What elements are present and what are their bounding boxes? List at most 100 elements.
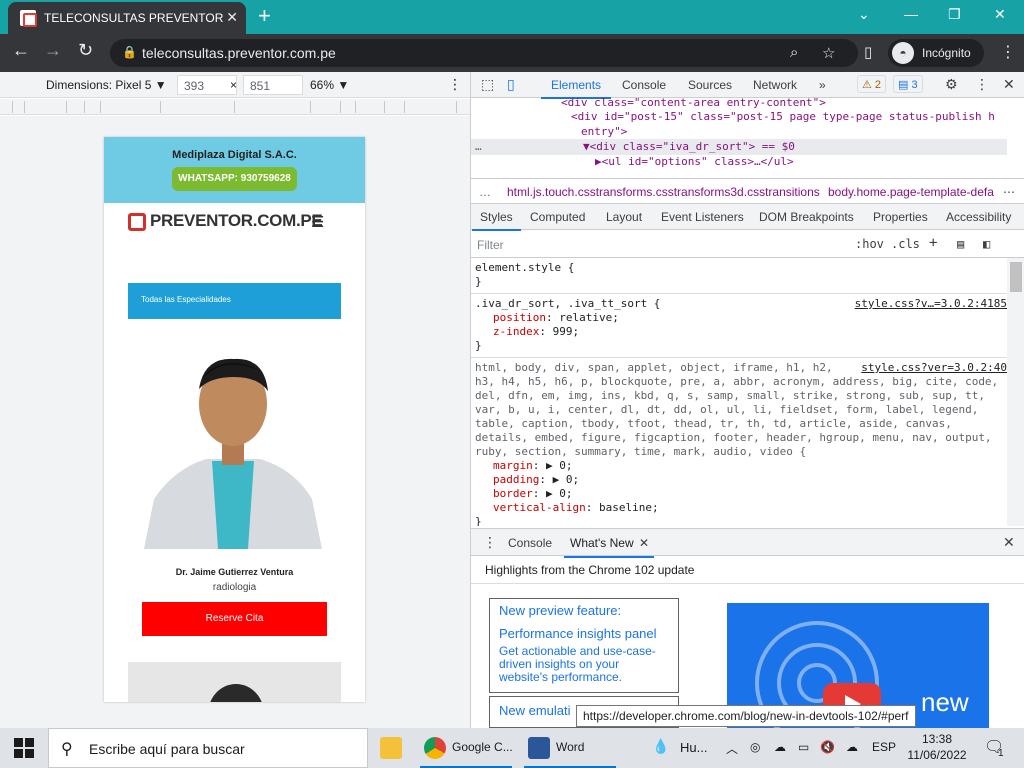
breadcrumb-more-icon[interactable]: ⋯ [1003,185,1015,199]
dom-line[interactable]: ▶<ul id="options" class>…</ul> [595,155,794,168]
card-title[interactable]: New preview feature: [499,603,669,618]
incognito-profile[interactable]: ◓ Incógnito [888,39,984,67]
rule-selector[interactable]: details, embed, figure, figcaption, foot… [475,431,992,444]
tab-console[interactable]: Console [622,78,666,92]
row-ellipsis-icon[interactable]: … [475,140,482,153]
rule-source-link[interactable]: style.css?v…=3.0.2:4185 [855,297,1007,310]
device-toolbar-toggle-icon[interactable]: ▯ [507,76,515,93]
close-devtools-icon[interactable]: ✕ [1003,76,1015,93]
property-name[interactable]: padding [493,473,539,486]
bookmark-star-icon[interactable]: ☆ [822,44,835,62]
language-indicator[interactable]: ESP [872,740,896,754]
url-text[interactable]: teleconsultas.preventor.com.pe [142,45,336,61]
style-property[interactable]: border: ▶ 0; [493,487,573,500]
zoom-icon[interactable]: ⌕ [790,44,798,61]
breadcrumb-html[interactable]: html.js.touch.csstransforms.csstransform… [507,185,820,199]
taskbar-search[interactable]: ⚲ Escribe aquí para buscar [48,728,368,768]
warnings-badge[interactable]: ⚠ 2 [857,75,887,93]
close-tab-icon[interactable]: ✕ [226,9,238,26]
tab-accessibility[interactable]: Accessibility [946,210,1011,224]
style-property[interactable]: padding: ▶ 0; [493,473,579,486]
property-name[interactable]: z-index [493,325,539,338]
dom-line[interactable]: entry"> [581,125,627,138]
tab-layout[interactable]: Layout [606,210,642,224]
rule-selector[interactable]: h3, h4, h5, h6, p, blockquote, pre, a, a… [475,375,998,388]
network-icon[interactable]: ▭ [798,740,809,754]
weather-icon[interactable]: 💧 [652,738,669,755]
drawer-tab-whats-new[interactable]: What's New [564,536,654,558]
property-name[interactable]: margin [493,459,533,472]
devtools-menu-icon[interactable]: ⋮ [975,76,989,93]
property-value[interactable]: ▶ 0; [546,487,573,500]
device-select[interactable]: Dimensions: Pixel 5 ▼ [46,78,167,92]
sidebar-toggle-icon[interactable]: ◧ [983,237,990,251]
property-value[interactable]: ▶ 0; [553,473,580,486]
tab-elements[interactable]: Elements [540,78,612,99]
property-name[interactable]: vertical-align [493,501,586,514]
tab-computed[interactable]: Computed [530,210,585,224]
side-panel-icon[interactable]: ▯ [864,43,872,61]
inspect-element-icon[interactable]: ⬚ [481,76,494,93]
back-button[interactable]: ← [12,40,30,61]
property-value[interactable]: baseline; [599,501,659,514]
tab-properties[interactable]: Properties [873,210,928,224]
windows-start-icon[interactable] [14,738,34,758]
tab-network[interactable]: Network [753,78,797,92]
close-drawer-icon[interactable]: ✕ [1003,534,1015,551]
onedrive-icon[interactable]: ☁ [774,740,786,754]
computed-toggle-icon[interactable]: ▤ [957,237,964,251]
preview-feature-card[interactable]: New preview feature: Performance insight… [489,598,679,693]
browser-tab[interactable]: TELECONSULTAS PREVENTOR – T ✕ [8,2,246,34]
tab-sources[interactable]: Sources [688,78,732,92]
new-rule-icon[interactable]: + [929,235,937,251]
rule-selector[interactable]: table, caption, tbody, tfoot, thead, tr,… [475,417,952,430]
device-more-icon[interactable]: ⋮ [448,76,462,93]
chrome-app[interactable]: Google C... [416,728,516,768]
forward-button[interactable]: → [44,40,62,61]
card-subtitle[interactable]: Performance insights panel [499,626,669,641]
specialties-dropdown[interactable]: Todas las Especialidades [128,283,341,319]
word-app[interactable]: Word [520,728,620,768]
zoom-select[interactable]: 66% ▼ [310,78,349,92]
cloud-icon[interactable]: ☁ [846,740,858,754]
tab-search-icon[interactable]: ⌄ [858,6,870,23]
reserve-appointment-button[interactable]: Reserve Cita [142,602,327,636]
dom-line[interactable]: <div id="post-15" class="post-15 page ty… [571,110,995,123]
filter-input[interactable]: Filter [477,238,504,252]
dom-line[interactable]: <div class="content-area entry-content"> [561,98,826,109]
close-whats-new-icon[interactable]: ✕ [639,536,649,550]
rule-selector[interactable]: ruby, section, summary, time, mark, audi… [475,445,806,458]
hamburger-menu-icon[interactable]: ☰ [311,213,324,231]
breadcrumb-body[interactable]: body.home.page-template-defa [828,185,994,199]
tab-styles[interactable]: Styles [472,210,521,231]
close-window-button[interactable]: ✕ [994,6,1006,23]
search-placeholder[interactable]: Escribe aquí para buscar [89,741,245,757]
lock-icon[interactable]: 🔒 [122,45,137,59]
card-body[interactable]: Get actionable and use-case-driven insig… [499,645,669,684]
meet-now-icon[interactable]: ◎ [750,740,760,754]
system-clock[interactable]: 13:38 11/06/2022 [903,731,971,763]
cls-toggle[interactable]: .cls [891,237,920,251]
property-value[interactable]: relative; [559,311,619,324]
whatsapp-button[interactable]: WHATSAPP: 930759628 [172,167,297,191]
property-name[interactable]: position [493,311,546,324]
element-style-selector[interactable]: element.style { [475,261,574,274]
style-property[interactable]: margin: ▶ 0; [493,459,573,472]
tray-expand-icon[interactable]: ︿ [726,740,738,757]
property-value[interactable]: 999; [553,325,580,338]
style-property[interactable]: position: relative; [493,311,619,324]
media-query-ruler[interactable] [0,99,470,115]
more-tabs-icon[interactable]: » [819,78,826,92]
styles-scrollbar[interactable] [1007,258,1024,526]
address-bar[interactable]: 🔒 teleconsultas.preventor.com.pe ⌕ ☆ [110,39,858,67]
rule-selector[interactable]: .iva_dr_sort, .iva_tt_sort { [475,297,660,310]
new-tab-button[interactable]: + [258,3,271,29]
dom-line-selected[interactable]: ▼<div class="iva_dr_sort"> == $0 [583,140,795,153]
device-width-input[interactable]: 393 [177,75,237,95]
maximize-button[interactable]: ❐ [948,6,961,23]
rule-source-link[interactable]: style.css?ver=3.0.2:40 [861,361,1007,374]
minimize-button[interactable]: — [904,6,918,22]
messages-badge[interactable]: ▤ 3 [893,75,923,93]
rule-selector[interactable]: html, body, div, span, applet, object, i… [475,361,833,374]
style-property[interactable]: z-index: 999; [493,325,579,338]
